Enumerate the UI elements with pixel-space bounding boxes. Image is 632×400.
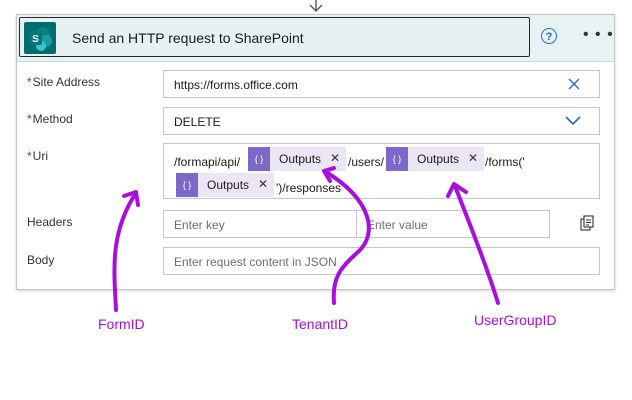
annotation-arrows xyxy=(112,166,500,312)
usergroupid-annotation: UserGroupID xyxy=(474,312,557,328)
tenantid-annotation: TenantID xyxy=(292,316,349,332)
formid-arrow xyxy=(112,194,136,312)
tenantid-arrow xyxy=(324,170,371,305)
usergroupid-arrow xyxy=(453,184,500,305)
formid-annotation: FormID xyxy=(98,316,145,332)
